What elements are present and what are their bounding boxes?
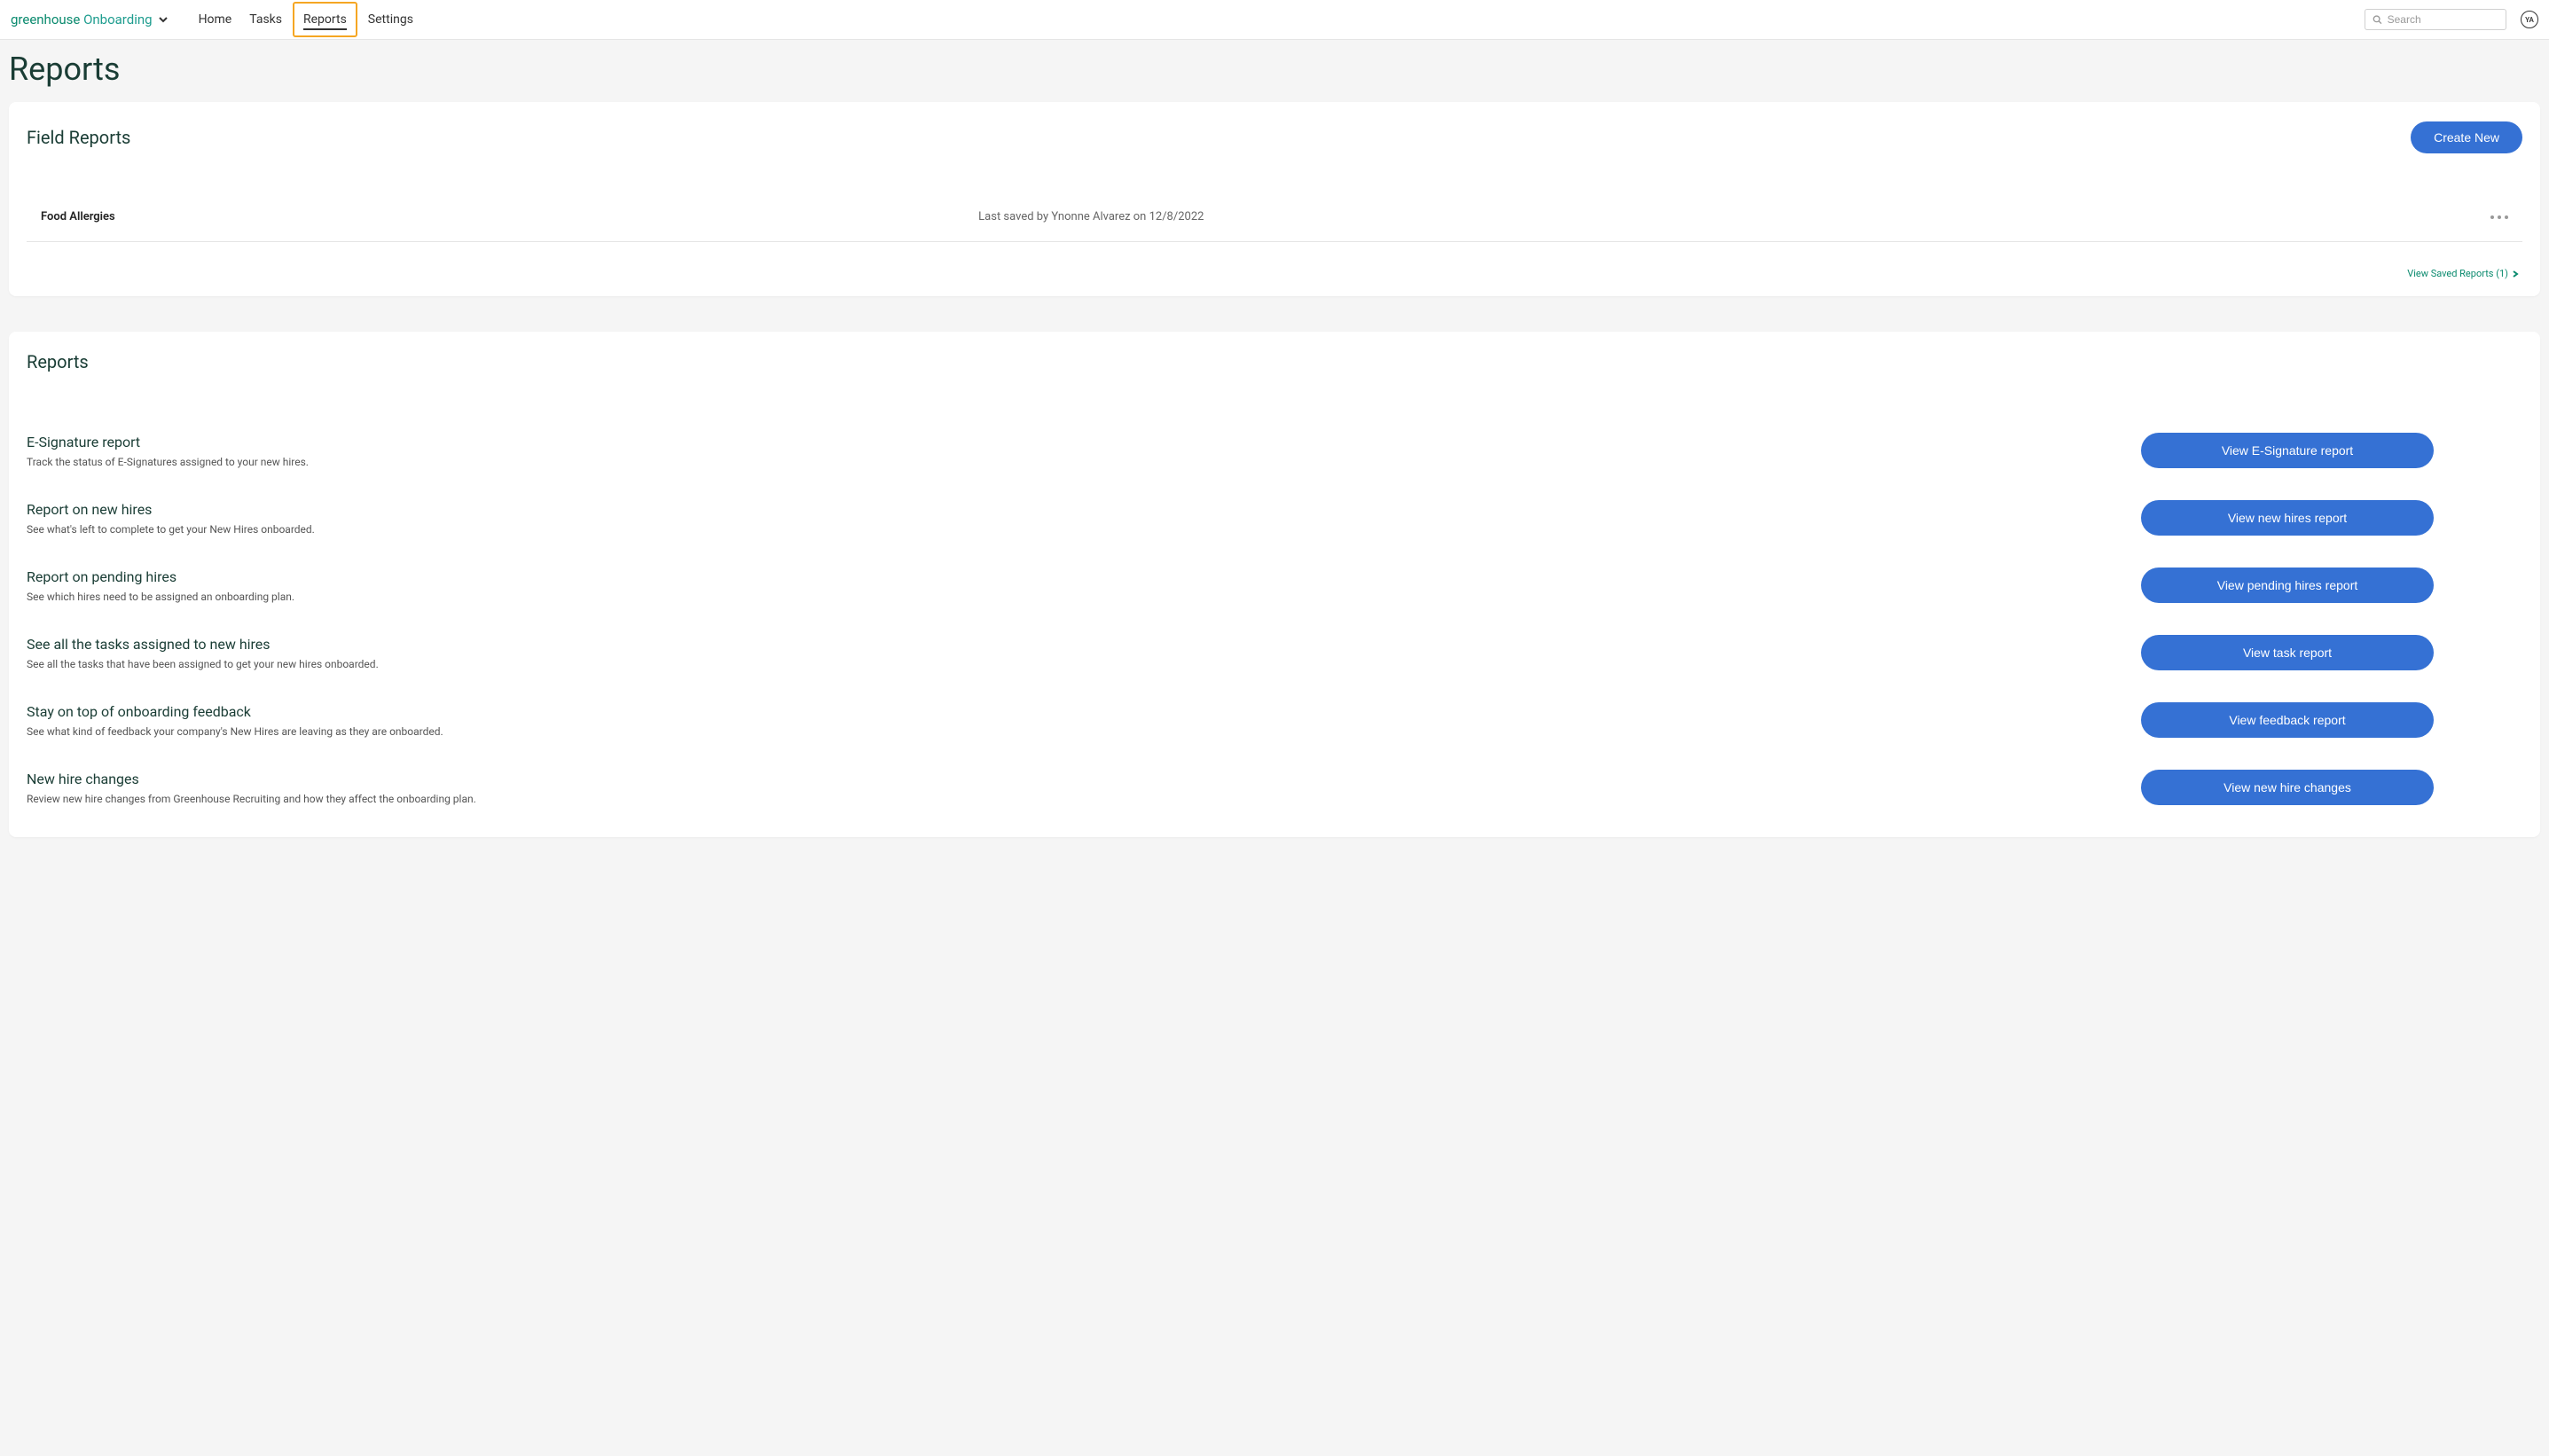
report-desc: See what kind of feedback your company's… xyxy=(27,725,443,738)
search-icon xyxy=(2373,14,2382,25)
report-info: Report on pending hires See which hires … xyxy=(27,568,294,603)
create-new-button[interactable]: Create New xyxy=(2411,121,2522,153)
report-info: New hire changes Review new hire changes… xyxy=(27,771,476,805)
field-reports-title: Field Reports xyxy=(27,127,130,148)
report-title: Stay on top of onboarding feedback xyxy=(27,703,443,720)
report-row-pending-hires: Report on pending hires See which hires … xyxy=(27,552,2522,619)
app-header: greenhouse Onboarding Home Tasks Reports… xyxy=(0,0,2549,40)
report-desc: See which hires need to be assigned an o… xyxy=(27,591,294,603)
field-reports-header: Field Reports Create New xyxy=(27,121,2522,153)
header-right: YA xyxy=(2365,9,2538,30)
report-info: See all the tasks assigned to new hires … xyxy=(27,636,379,670)
view-new-hire-changes-button[interactable]: View new hire changes xyxy=(2141,770,2434,805)
report-info: E-Signature report Track the status of E… xyxy=(27,434,309,468)
report-info: Report on new hires See what's left to c… xyxy=(27,501,315,536)
report-row-new-hire-changes: New hire changes Review new hire changes… xyxy=(27,754,2522,821)
report-row-feedback: Stay on top of onboarding feedback See w… xyxy=(27,686,2522,754)
field-reports-card: Field Reports Create New Food Allergies … xyxy=(9,102,2540,296)
chevron-right-icon xyxy=(2512,270,2519,278)
avatar[interactable]: YA xyxy=(2521,11,2538,28)
report-info: Stay on top of onboarding feedback See w… xyxy=(27,703,443,738)
report-title: Report on new hires xyxy=(27,501,315,518)
report-row-new-hires: Report on new hires See what's left to c… xyxy=(27,484,2522,552)
nav-settings[interactable]: Settings xyxy=(359,2,422,37)
view-task-report-button[interactable]: View task report xyxy=(2141,635,2434,670)
report-desc: Review new hire changes from Greenhouse … xyxy=(27,793,476,805)
view-new-hires-button[interactable]: View new hires report xyxy=(2141,500,2434,536)
field-report-row[interactable]: Food Allergies Last saved by Ynonne Alva… xyxy=(27,198,2522,242)
nav-reports-highlight: Reports xyxy=(293,2,357,37)
field-report-name: Food Allergies xyxy=(41,210,978,223)
field-report-meta: Last saved by Ynonne Alvarez on 12/8/202… xyxy=(978,210,2490,223)
search-box[interactable] xyxy=(2365,9,2506,30)
report-row-tasks: See all the tasks assigned to new hires … xyxy=(27,619,2522,686)
view-saved-wrap: View Saved Reports (1) xyxy=(27,242,2522,280)
report-title: See all the tasks assigned to new hires xyxy=(27,636,379,653)
main-nav: Home Tasks Reports Settings xyxy=(190,2,422,37)
view-pending-hires-button[interactable]: View pending hires report xyxy=(2141,568,2434,603)
view-feedback-report-button[interactable]: View feedback report xyxy=(2141,702,2434,738)
report-title: E-Signature report xyxy=(27,434,309,450)
more-actions-icon[interactable] xyxy=(2490,215,2508,219)
logo[interactable]: greenhouse Onboarding xyxy=(11,12,169,27)
report-desc: See all the tasks that have been assigne… xyxy=(27,658,379,670)
search-input[interactable] xyxy=(2388,13,2498,26)
view-saved-label: View Saved Reports (1) xyxy=(2407,268,2508,279)
reports-title: Reports xyxy=(27,351,2522,372)
report-title: Report on pending hires xyxy=(27,568,294,585)
chevron-down-icon xyxy=(158,14,169,25)
report-title: New hire changes xyxy=(27,771,476,787)
report-desc: See what's left to complete to get your … xyxy=(27,523,315,536)
nav-tasks[interactable]: Tasks xyxy=(240,2,291,37)
view-saved-reports-link[interactable]: View Saved Reports (1) xyxy=(2407,268,2519,279)
report-desc: Track the status of E-Signatures assigne… xyxy=(27,456,309,468)
logo-text: greenhouse Onboarding xyxy=(11,12,153,27)
page-title: Reports xyxy=(0,40,2549,102)
nav-home[interactable]: Home xyxy=(190,2,241,37)
report-row-esignature: E-Signature report Track the status of E… xyxy=(27,417,2522,484)
view-esignature-button[interactable]: View E-Signature report xyxy=(2141,433,2434,468)
nav-reports[interactable]: Reports xyxy=(302,11,349,28)
reports-card: Reports E-Signature report Track the sta… xyxy=(9,332,2540,837)
